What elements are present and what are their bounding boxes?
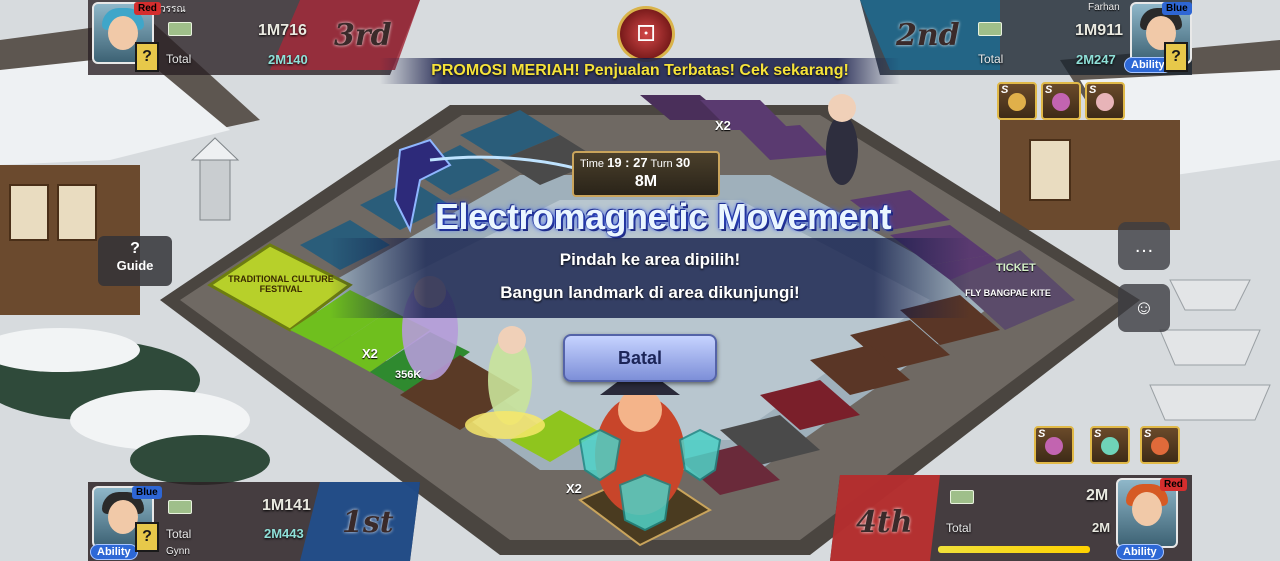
dice-emblem-icon[interactable]: ⚀	[617, 6, 675, 62]
player-rank: 3rd	[334, 18, 392, 53]
player-rank: 4th	[856, 505, 913, 540]
cash-icon	[978, 22, 1002, 36]
festival-tile-label[interactable]: TRADITIONAL CULTURE FESTIVAL	[222, 274, 340, 294]
chat-bubble-icon: …	[1134, 235, 1154, 257]
tile-multiplier: X2	[715, 118, 731, 133]
turn-timer: Time 19 : 27 Turn 30 8M	[572, 151, 720, 197]
player-total: 2M140	[268, 52, 308, 67]
card-slot-5[interactable]: S	[1090, 426, 1130, 464]
unknown-card-icon[interactable]: ?	[135, 522, 159, 552]
player-total: 2M	[1092, 520, 1111, 535]
tile-price: 356K	[395, 369, 422, 381]
bet-amount: 8M	[634, 173, 658, 190]
card-slot-3[interactable]: S	[1085, 82, 1125, 120]
team-tag: Red	[1160, 478, 1187, 491]
fireworks-label: FLY BANGPAE KITE	[965, 288, 1051, 298]
tile-multiplier: X2	[362, 346, 378, 361]
cash-icon	[950, 490, 974, 504]
energy-bar	[938, 546, 1090, 553]
smiley-icon: ☺	[1133, 297, 1155, 319]
player-name: Gynn	[166, 546, 190, 557]
total-label: Total	[166, 527, 192, 541]
unknown-card-icon[interactable]: ?	[135, 42, 159, 72]
time-value: 19 : 27	[607, 155, 648, 170]
chat-button[interactable]: …	[1118, 222, 1170, 270]
card-slot-6[interactable]: S	[1140, 426, 1180, 464]
cash-icon	[168, 22, 192, 36]
player-cash: 2M	[1086, 487, 1109, 504]
total-label: Total	[946, 521, 972, 535]
guide-button[interactable]: ? Guide	[98, 236, 172, 286]
player-cash: 1M911	[1075, 22, 1124, 39]
player-cash: 1M141	[262, 497, 311, 514]
skill-description-2: Bangun landmark di area dikunjungi!	[500, 283, 800, 302]
total-label: Total	[978, 52, 1004, 66]
ticket-label: TICKET	[996, 262, 1036, 274]
time-label: Time	[580, 158, 605, 170]
player-cash: 1M716	[258, 22, 307, 39]
ability-button[interactable]: Ability	[90, 544, 138, 560]
team-tag: Blue	[132, 486, 162, 499]
player-rank: 1st	[342, 505, 394, 540]
turn-label: Turn	[650, 158, 673, 170]
player-name: วรรณ	[160, 4, 186, 15]
game-screen: ⚀ PROMOSI MERIAH! Penjualan Terbatas! Ce…	[0, 0, 1280, 561]
card-slot-2[interactable]: S	[1041, 82, 1081, 120]
skill-description-1: Pindah ke area dipilih!	[559, 250, 741, 269]
skill-title: Electromagnetic Movement	[434, 196, 892, 237]
team-tag: Red	[134, 2, 161, 15]
emote-button[interactable]: ☺	[1118, 284, 1170, 332]
card-slot-4[interactable]: S	[1034, 426, 1074, 464]
card-slot-1[interactable]: S	[997, 82, 1037, 120]
tile-multiplier: X2	[566, 481, 582, 496]
unknown-card-icon[interactable]: ?	[1164, 42, 1188, 72]
promo-banner[interactable]: PROMOSI MERIAH! Penjualan Terbatas! Cek …	[380, 58, 900, 84]
help-icon: ?	[130, 240, 140, 257]
cash-icon	[168, 500, 192, 514]
ability-button[interactable]: Ability	[1116, 544, 1164, 560]
player-total: 2M443	[264, 526, 304, 541]
player-total: 2M247	[1076, 52, 1116, 67]
turn-value: 30	[675, 155, 691, 170]
stone-lantern	[199, 159, 231, 221]
cancel-button[interactable]: Batal	[563, 334, 717, 382]
total-label: Total	[166, 52, 192, 66]
player-rank: 2nd	[896, 18, 960, 53]
team-tag: Blue	[1162, 2, 1192, 15]
player-name: Farhan	[1088, 2, 1120, 13]
guide-label: Guide	[116, 258, 154, 273]
